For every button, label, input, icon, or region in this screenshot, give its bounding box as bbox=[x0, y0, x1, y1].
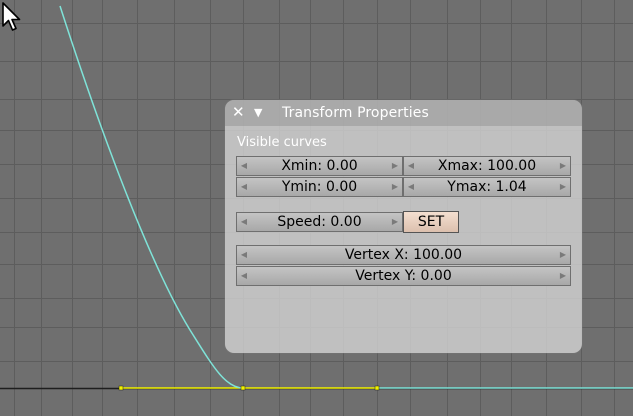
vertex-y-value: Vertex Y: 0.00 bbox=[355, 268, 452, 284]
close-icon[interactable]: ✕ bbox=[232, 102, 245, 122]
vertex-y-field[interactable]: ◀ Vertex Y: 0.00 ▶ bbox=[236, 266, 571, 286]
arrow-pointer-icon bbox=[2, 2, 21, 31]
speed-value: Speed: 0.00 bbox=[277, 214, 362, 230]
increment-arrow-icon[interactable]: ▶ bbox=[390, 157, 400, 175]
decrement-arrow-icon[interactable]: ◀ bbox=[406, 178, 416, 196]
vertex-x-field[interactable]: ◀ Vertex X: 100.00 ▶ bbox=[236, 245, 571, 265]
decrement-arrow-icon[interactable]: ◀ bbox=[239, 267, 249, 285]
increment-arrow-icon[interactable]: ▶ bbox=[558, 178, 568, 196]
ipo-curve-editor[interactable]: ✕ ▼ Transform Properties Visible curves … bbox=[0, 0, 633, 416]
xmax-field[interactable]: ◀ Xmax: 100.00 ▶ bbox=[403, 156, 571, 176]
increment-arrow-icon[interactable]: ▶ bbox=[558, 246, 568, 264]
increment-arrow-icon[interactable]: ▶ bbox=[558, 157, 568, 175]
collapse-triangle-icon[interactable]: ▼ bbox=[254, 104, 262, 122]
decrement-arrow-icon[interactable]: ◀ bbox=[406, 157, 416, 175]
ymin-field[interactable]: ◀ Ymin: 0.00 ▶ bbox=[236, 177, 403, 197]
vertex-x-value: Vertex X: 100.00 bbox=[344, 247, 463, 263]
ymin-value: Ymin: 0.00 bbox=[281, 179, 358, 195]
increment-arrow-icon[interactable]: ▶ bbox=[390, 178, 400, 196]
increment-arrow-icon[interactable]: ▶ bbox=[558, 267, 568, 285]
ymax-field[interactable]: ◀ Ymax: 1.04 ▶ bbox=[403, 177, 571, 197]
xmax-value: Xmax: 100.00 bbox=[437, 158, 537, 174]
set-button[interactable]: SET bbox=[403, 211, 459, 233]
decrement-arrow-icon[interactable]: ◀ bbox=[239, 178, 249, 196]
visible-curves-label: Visible curves bbox=[237, 135, 327, 150]
increment-arrow-icon[interactable]: ▶ bbox=[390, 213, 400, 231]
panel-header[interactable]: ✕ ▼ Transform Properties bbox=[225, 100, 582, 126]
curve-handle-point bbox=[118, 385, 124, 391]
ymax-value: Ymax: 1.04 bbox=[447, 179, 527, 195]
panel-title: Transform Properties bbox=[282, 105, 429, 121]
decrement-arrow-icon[interactable]: ◀ bbox=[239, 213, 249, 231]
xmin-field[interactable]: ◀ Xmin: 0.00 ▶ bbox=[236, 156, 403, 176]
transform-properties-panel: ✕ ▼ Transform Properties Visible curves … bbox=[225, 100, 582, 353]
curve-handle-point bbox=[374, 385, 380, 391]
speed-field[interactable]: ◀ Speed: 0.00 ▶ bbox=[236, 212, 403, 232]
curve-vertex-point bbox=[240, 385, 246, 391]
decrement-arrow-icon[interactable]: ◀ bbox=[239, 246, 249, 264]
decrement-arrow-icon[interactable]: ◀ bbox=[239, 157, 249, 175]
xmin-value: Xmin: 0.00 bbox=[281, 158, 358, 174]
